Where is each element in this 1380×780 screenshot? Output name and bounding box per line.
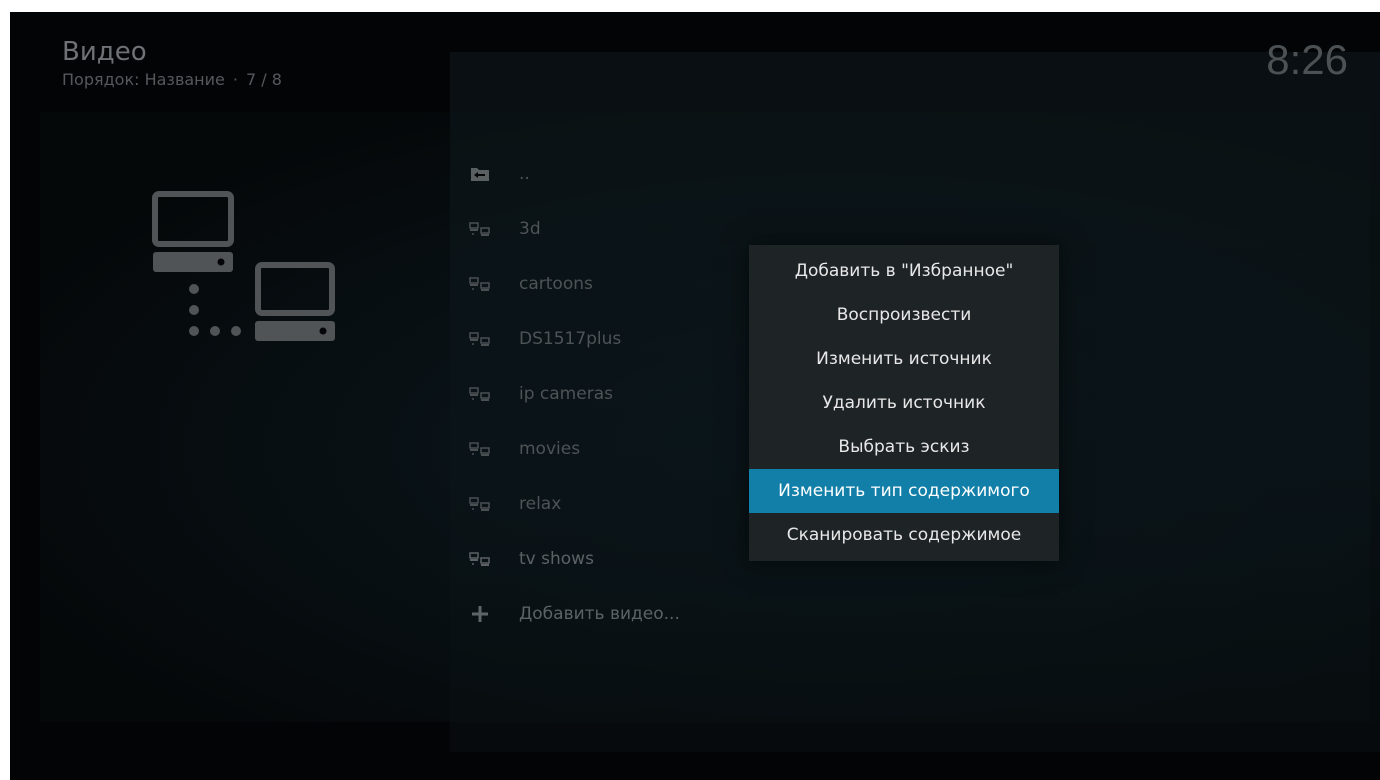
list-item-label: ip cameras — [519, 383, 613, 404]
clock: 8:26 — [1266, 36, 1348, 83]
list-item-movies[interactable]: movies — [465, 421, 785, 476]
menu-item-choose-thumbnail[interactable]: Выбрать эскиз — [749, 425, 1059, 469]
list-item-label: relax — [519, 493, 562, 514]
folder-back-icon — [465, 164, 495, 184]
plus-icon — [465, 604, 495, 624]
list-item-ds1517plus[interactable]: DS1517plus — [465, 311, 785, 366]
list-item-label: cartoons — [519, 273, 593, 294]
list-item-cartoons[interactable]: cartoons — [465, 256, 785, 311]
network-source-icon — [465, 329, 495, 349]
network-source-icon — [465, 439, 495, 459]
context-menu: Добавить в "Избранное" Воспроизвести Изм… — [749, 245, 1059, 561]
page-title: Видео — [62, 37, 147, 67]
menu-item-play[interactable]: Воспроизвести — [749, 293, 1059, 337]
separator: · — [232, 70, 238, 89]
network-source-icon — [465, 274, 495, 294]
network-source-icon — [465, 219, 495, 239]
list-item-label: Добавить видео... — [519, 603, 680, 624]
menu-item-edit-source[interactable]: Изменить источник — [749, 337, 1059, 381]
file-list: .. 3d cartoons DS1517plus ip cameras mov… — [465, 146, 785, 641]
list-item-label: .. — [519, 163, 530, 184]
list-item-label: movies — [519, 438, 581, 459]
menu-item-scan-content[interactable]: Сканировать содержимое — [749, 513, 1059, 557]
kodi-screen: Видео Порядок: Название · 7 / 8 8:26 .. — [10, 12, 1380, 780]
list-item-add-video[interactable]: Добавить видео... — [465, 586, 785, 641]
network-sources-icon — [152, 191, 335, 341]
network-source-icon — [465, 494, 495, 514]
list-item-tv-shows[interactable]: tv shows — [465, 531, 785, 586]
list-item-label: 3d — [519, 218, 541, 239]
network-source-icon — [465, 384, 495, 404]
list-item-parent-folder[interactable]: .. — [465, 146, 785, 201]
list-item-label: tv shows — [519, 548, 594, 569]
menu-item-change-content-type[interactable]: Изменить тип содержимого — [749, 469, 1059, 513]
network-source-icon — [465, 549, 495, 569]
sort-order-label: Порядок: Название — [62, 70, 225, 89]
list-item-label: DS1517plus — [519, 328, 622, 349]
list-item-relax[interactable]: relax — [465, 476, 785, 531]
menu-item-add-to-favourites[interactable]: Добавить в "Избранное" — [749, 249, 1059, 293]
list-item-3d[interactable]: 3d — [465, 201, 785, 256]
item-position: 7 / 8 — [245, 70, 282, 89]
menu-item-remove-source[interactable]: Удалить источник — [749, 381, 1059, 425]
header-subtitle: Порядок: Название · 7 / 8 — [62, 70, 282, 90]
list-item-ip-cameras[interactable]: ip cameras — [465, 366, 785, 421]
